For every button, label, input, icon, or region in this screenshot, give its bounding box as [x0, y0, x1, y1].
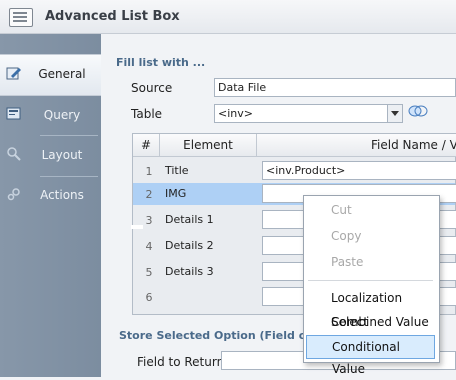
sidebar-item-layout[interactable]: Layout — [0, 136, 101, 176]
gears-icon — [7, 188, 20, 201]
window-title: Advanced List Box — [45, 9, 180, 24]
row-element: Details 3 — [165, 265, 214, 278]
row-number: 6 — [145, 291, 153, 304]
row-element: Title — [165, 164, 189, 177]
column-header-number: # — [133, 134, 160, 157]
title-bar: Advanced List Box — [0, 0, 456, 34]
context-menu: Cut Copy Paste Localization Select Combi… — [303, 195, 440, 376]
row-element: IMG — [165, 187, 187, 200]
sidebar-item-label: General — [38, 67, 86, 81]
magnifier-icon — [7, 147, 21, 161]
sidebar-item-label: Layout — [41, 148, 83, 162]
table-select-value: <inv> — [218, 107, 253, 120]
fill-list-header: Fill list with ... — [116, 56, 206, 69]
sidebar-item-label: Actions — [40, 188, 84, 202]
table-label: Table — [131, 107, 163, 121]
chevron-down-icon[interactable] — [387, 105, 402, 122]
menu-item-localization-select[interactable]: Localization Select — [304, 286, 437, 329]
field-to-return-label: Field to Return — [137, 355, 225, 369]
menu-separator — [308, 280, 433, 281]
sidebar-item-general[interactable]: General — [0, 54, 101, 96]
sidebar-item-label: Query — [43, 108, 81, 122]
pencil-icon — [6, 67, 21, 80]
caret-marker — [131, 225, 143, 229]
list-icon — [9, 8, 33, 27]
menu-item-cut[interactable]: Cut — [304, 198, 437, 222]
sidebar-item-actions[interactable]: Actions — [0, 176, 101, 216]
row-element: Details 1 — [165, 213, 214, 226]
row-number: 3 — [145, 214, 153, 227]
column-header-element: Element — [160, 134, 257, 157]
menu-item-paste[interactable]: Paste — [304, 250, 437, 274]
row-element: Details 2 — [165, 239, 214, 252]
menu-item-conditional-value[interactable]: Conditional Value — [306, 335, 435, 376]
table-select[interactable]: <inv> — [214, 104, 403, 123]
column-header-field: Field Name / Va — [257, 134, 456, 157]
row-number: 1 — [145, 165, 153, 178]
menu-item-copy[interactable]: Copy — [304, 224, 437, 248]
source-field[interactable]: Data File — [214, 78, 456, 97]
sidebar: General Query Layout Actions — [0, 34, 101, 377]
row-number: 5 — [145, 266, 153, 279]
sidebar-item-query[interactable]: Query — [0, 96, 101, 136]
link-icon[interactable] — [408, 104, 428, 118]
row-number: 4 — [145, 240, 153, 253]
query-icon — [6, 107, 21, 120]
row-number: 2 — [145, 188, 153, 201]
field-input[interactable]: <inv.Product> — [262, 161, 456, 180]
source-label: Source — [131, 81, 173, 95]
menu-item-combined-value[interactable]: Combined Value — [304, 310, 437, 334]
